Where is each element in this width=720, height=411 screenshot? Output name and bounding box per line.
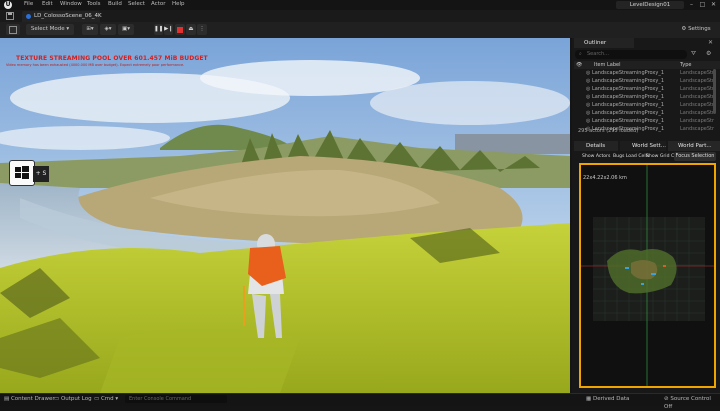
save-icon[interactable] xyxy=(6,12,14,20)
list-item[interactable]: ◎ LandscapeStreamingProxy_1 xyxy=(586,85,664,93)
list-item[interactable]: ◎ LandscapeStreamingProxy_1 xyxy=(586,69,664,77)
row-type: LandscapeStr xyxy=(680,126,715,132)
tab-outliner[interactable]: Outliner xyxy=(574,38,634,48)
tab-world-settings[interactable]: World Sett... xyxy=(620,141,666,151)
actor-count: 295 actors (295 loaded) xyxy=(578,128,639,134)
row-type: LandscapeStr xyxy=(680,102,715,108)
world-partition-tab-label: World Part... xyxy=(678,143,712,149)
row-label: LandscapeStreamingProxy_1 xyxy=(591,110,665,116)
level-dot-icon xyxy=(26,14,31,19)
cmd-label: Cmd xyxy=(100,396,114,402)
world-partition-minimap[interactable] xyxy=(579,163,716,388)
world-settings-tab-label: World Sett... xyxy=(632,143,666,149)
outliner-tab-label: Outliner xyxy=(584,40,607,46)
windows-key-icon xyxy=(9,160,35,186)
shortcut-plus-s: + S xyxy=(33,166,49,182)
select-mode-dropdown[interactable]: Select Mode ▾ xyxy=(26,24,74,35)
row-label: LandscapeStreamingProxy_1 xyxy=(591,94,665,100)
menu-build[interactable]: Build xyxy=(108,1,122,7)
list-item[interactable]: ◎ LandscapeStreamingProxy_1 xyxy=(586,93,664,101)
search-placeholder: Search... xyxy=(587,51,609,57)
pause-icon[interactable]: ❚❚ xyxy=(154,24,163,35)
create-actor-icon[interactable]: ⊞▾ xyxy=(82,24,98,35)
document-tab-bar xyxy=(0,10,720,22)
minimize-icon[interactable]: – xyxy=(687,1,696,9)
col-item-label[interactable]: Item Label xyxy=(594,61,620,69)
menu-window[interactable]: Window xyxy=(60,1,82,7)
list-item[interactable]: ◎ LandscapeStreamingProxy_1 xyxy=(586,109,664,117)
menu-actor[interactable]: Actor xyxy=(151,1,165,7)
content-drawer-label: Content Drawer xyxy=(10,396,55,402)
col-type[interactable]: Type xyxy=(680,61,691,69)
menu-file[interactable]: File xyxy=(24,1,33,7)
viewport-scene xyxy=(0,38,570,393)
texture-streaming-warning: TEXTURE STREAMING POOL OVER 601.457 MiB … xyxy=(16,55,208,62)
derived-data-button[interactable]: ▦ Derived Data xyxy=(586,395,629,403)
menu-edit[interactable]: Edit xyxy=(42,1,53,7)
list-item[interactable]: ◎ LandscapeStreamingProxy_1 xyxy=(586,117,664,125)
list-item[interactable]: ◎ LandscapeStreamingProxy_1 xyxy=(586,101,664,109)
row-type: LandscapeStr xyxy=(680,118,715,124)
output-log-button[interactable]: ▭ Output Log xyxy=(54,395,92,403)
row-label: LandscapeStreamingProxy_1 xyxy=(591,118,665,124)
content-drawer-button[interactable]: ▤ Content Drawer xyxy=(4,395,55,403)
load-cells-toggle[interactable]: Bugs Load Cells xyxy=(613,153,649,161)
derived-data-label: Derived Data xyxy=(592,396,630,402)
output-log-label: Output Log xyxy=(60,396,92,402)
tab-world-partition[interactable]: World Part... xyxy=(668,141,720,151)
visibility-eye-icon[interactable]: 👁 xyxy=(576,61,582,69)
cmd-dropdown[interactable]: ▭ Cmd ▾ xyxy=(94,395,118,403)
row-type: LandscapeStr xyxy=(680,94,715,100)
list-item[interactable]: ◎ LandscapeStreamingProxy_1 xyxy=(586,77,664,85)
menu-select[interactable]: Select xyxy=(128,1,145,7)
close-outliner-icon[interactable]: ✕ xyxy=(708,39,713,46)
stop-icon[interactable] xyxy=(175,24,185,35)
select-mode-label: Select Mode xyxy=(30,26,65,32)
step-icon[interactable]: ▶❙ xyxy=(164,24,173,35)
row-label: LandscapeStreamingProxy_1 xyxy=(591,102,665,108)
save-all-icon[interactable] xyxy=(6,24,20,35)
filter-icon[interactable]: ⛛ xyxy=(691,50,696,58)
level-tab-label: LD_ColossoScene_06_4K xyxy=(34,13,102,19)
menu-help[interactable]: Help xyxy=(172,1,185,7)
row-label: LandscapeStreamingProxy_1 xyxy=(591,78,665,84)
settings-gear-icon[interactable]: ⚙ xyxy=(706,50,711,57)
project-name: LevelDesign01 xyxy=(616,1,684,9)
cinematics-icon[interactable]: ▣▾ xyxy=(118,24,134,35)
more-options-icon[interactable]: ⋮ xyxy=(197,24,207,35)
row-label: LandscapeStreamingProxy_1 xyxy=(591,86,665,92)
console-placeholder: Enter Console Command xyxy=(129,396,192,402)
row-label: LandscapeStreamingProxy_1 xyxy=(591,70,665,76)
source-control-button[interactable]: ⊘ Source Control Off xyxy=(664,395,720,411)
tab-details[interactable]: Details xyxy=(574,141,618,151)
close-icon[interactable]: ✕ xyxy=(709,1,718,9)
eject-icon[interactable]: ⏏ xyxy=(186,24,196,35)
maximize-icon[interactable]: □ xyxy=(698,1,707,9)
row-type: LandscapeStr xyxy=(680,70,715,76)
source-control-label: Source Control Off xyxy=(664,396,711,410)
unreal-logo-icon[interactable]: U xyxy=(4,1,12,9)
menu-tools[interactable]: Tools xyxy=(87,1,101,7)
search-icon: ⌕ xyxy=(579,51,582,57)
level-viewport[interactable] xyxy=(0,38,570,393)
row-type: LandscapeStr xyxy=(680,86,715,92)
row-type: LandscapeStr xyxy=(680,78,715,84)
focus-selection-button[interactable]: Focus Selection xyxy=(674,152,716,161)
settings-label: Settings xyxy=(688,26,711,32)
minimap-grid xyxy=(581,165,714,386)
blueprint-icon[interactable]: ◈▾ xyxy=(100,24,116,35)
world-size-label: 22x4.22x2.06 km xyxy=(583,175,627,181)
console-command-input[interactable]: Enter Console Command xyxy=(125,395,227,403)
outliner-search-input[interactable]: ⌕ Search... xyxy=(575,50,687,59)
show-actors-toggle[interactable]: Show Actors xyxy=(582,153,610,161)
level-tab[interactable]: LD_ColossoScene_06_4K xyxy=(22,11,102,22)
details-tab-label: Details xyxy=(586,143,606,149)
outliner-scrollbar[interactable] xyxy=(713,69,716,114)
settings-button[interactable]: ⚙ Settings xyxy=(678,24,714,35)
memory-warning-subtext: Video memory has been exhausted (4000.00… xyxy=(6,63,185,67)
row-type: LandscapeStr xyxy=(680,110,715,116)
